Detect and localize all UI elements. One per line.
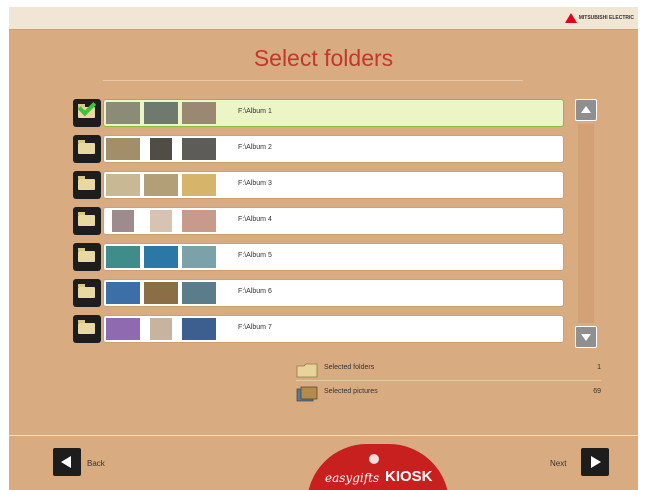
thumbnail: [150, 210, 172, 232]
thumbnail: [144, 174, 178, 196]
thumbnail: [106, 138, 140, 160]
thumbnail-strip: [106, 318, 216, 340]
folder-toggle-button[interactable]: [73, 315, 101, 343]
folder-card[interactable]: F:\Album 7: [103, 315, 564, 343]
top-bar: MITSUBISHI ELECTRIC: [9, 7, 638, 30]
folder-toggle-button[interactable]: [73, 97, 101, 127]
folder-toggle-button[interactable]: [73, 243, 101, 271]
folder-toggle-button[interactable]: [73, 279, 101, 307]
folder-card[interactable]: F:\Album 5: [103, 243, 564, 271]
selected-folders-row: Selected folders 1: [296, 360, 601, 380]
folder-path: F:\Album 5: [238, 252, 272, 259]
folder-icon: [296, 363, 318, 378]
thumbnail: [106, 102, 140, 124]
selected-pictures-label: Selected pictures: [324, 388, 378, 395]
folder-path: F:\Album 3: [238, 180, 272, 187]
thumbnail: [150, 138, 172, 160]
folder-path: F:\Album 1: [238, 108, 272, 115]
selected-pictures-count: 69: [593, 388, 601, 395]
pictures-icon: [296, 386, 318, 402]
next-arrow-button[interactable]: [581, 448, 609, 476]
back-arrow-button[interactable]: [53, 448, 81, 476]
thumbnail: [182, 318, 216, 340]
logo-diamonds: [564, 13, 577, 23]
title-divider: [103, 80, 523, 81]
folder-path: F:\Album 7: [238, 324, 272, 331]
thumbnail: [106, 282, 140, 304]
easygifts-kiosk-logo: easygifts KIOSK: [307, 444, 449, 490]
thumbnail-strip: [106, 102, 216, 124]
mitsubishi-logo-icon: MITSUBISHI ELECTRIC: [564, 11, 634, 25]
thumbnail: [150, 318, 172, 340]
selected-pictures-row: Selected pictures 69: [296, 384, 601, 404]
folder-card[interactable]: F:\Album 2: [103, 135, 564, 163]
folder-icon: [78, 176, 95, 190]
folder-toggle-button[interactable]: [73, 207, 101, 235]
folder-icon: [78, 212, 95, 226]
summary-divider: [296, 380, 601, 381]
thumbnail: [144, 102, 178, 124]
folder-icon: [78, 284, 95, 298]
folder-icon: [78, 320, 95, 334]
thumbnail-strip: [106, 210, 216, 232]
folder-toggle-button[interactable]: [73, 135, 101, 163]
scroll-up-button[interactable]: [575, 99, 597, 121]
thumbnail: [182, 174, 216, 196]
folder-card[interactable]: F:\Album 4: [103, 207, 564, 235]
page-title: Select folders: [253, 45, 394, 71]
folder-path: F:\Album 6: [238, 288, 272, 295]
thumbnail: [106, 174, 140, 196]
thumbnail: [106, 246, 140, 268]
thumbnail: [112, 210, 134, 232]
folder-path: F:\Album 4: [238, 216, 272, 223]
footer-divider: [9, 435, 638, 436]
folder-icon: [78, 248, 95, 262]
folder-card[interactable]: F:\Album 6: [103, 279, 564, 307]
thumbnail: [182, 102, 216, 124]
thumbnail: [106, 318, 140, 340]
thumbnail: [182, 282, 216, 304]
thumbnail: [182, 246, 216, 268]
folder-card[interactable]: F:\Album 1: [103, 99, 564, 127]
scroll-track[interactable]: [578, 124, 594, 323]
thumbnail: [144, 282, 178, 304]
selected-folders-count: 1: [597, 364, 601, 371]
selected-folders-label: Selected folders: [324, 364, 375, 371]
thumbnail: [182, 210, 216, 232]
kiosk-window: MITSUBISHI ELECTRIC Select folders F:\Al…: [9, 7, 638, 490]
thumbnail: [144, 246, 178, 268]
thumbnail-strip: [106, 174, 216, 196]
folder-path: F:\Album 2: [238, 144, 272, 151]
thumbnail: [182, 138, 216, 160]
thumbnail-strip: [106, 138, 216, 160]
folder-card[interactable]: F:\Album 3: [103, 171, 564, 199]
folder-toggle-button[interactable]: [73, 171, 101, 199]
back-label[interactable]: Back: [87, 459, 105, 468]
logo-text: MITSUBISHI ELECTRIC: [578, 14, 634, 21]
thumbnail-strip: [106, 282, 216, 304]
logo-easygifts-text: easygifts: [325, 471, 380, 485]
next-label[interactable]: Next: [550, 459, 566, 468]
folder-icon: [78, 140, 95, 154]
logo-flower-icon: [369, 454, 379, 464]
thumbnail-strip: [106, 246, 216, 268]
scroll-down-button[interactable]: [575, 326, 597, 348]
logo-kiosk-text: KIOSK: [385, 468, 433, 485]
